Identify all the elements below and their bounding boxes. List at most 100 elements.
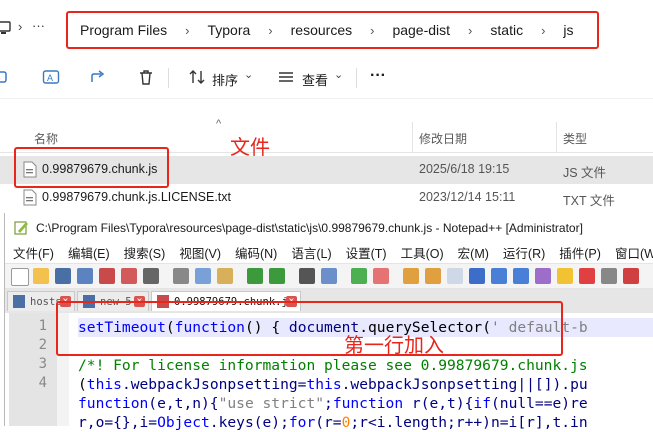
menu-edit[interactable]: 编辑(E) (68, 243, 110, 262)
line-number: 2 (38, 337, 47, 353)
notepad-title: C:\Program Files\Typora\resources\page-d… (36, 221, 583, 235)
sort-icon[interactable] (188, 68, 206, 86)
indent-guide-icon[interactable] (491, 268, 507, 284)
explorer-toolbar: A 排序 ⌄ 查看 ⌄ ··· 位置 (0, 58, 653, 154)
svg-text:A: A (47, 73, 53, 83)
sort-up-icon: ^ (216, 118, 222, 130)
zoom-in-icon[interactable] (351, 268, 367, 284)
annotation-first-line: 第一行加入 (344, 333, 444, 357)
more-options-button[interactable]: ··· (370, 67, 386, 85)
all-characters-icon[interactable] (469, 268, 485, 284)
find-icon[interactable] (299, 268, 315, 284)
chevron-down-icon[interactable]: ⌄ (334, 68, 343, 81)
column-name-header[interactable]: 名称 (34, 130, 58, 147)
code-token: (null==e)re (491, 395, 588, 412)
column-divider[interactable] (412, 122, 413, 152)
file-row[interactable]: 0.99879679.chunk.js.LICENSE.txt 2023/12/… (0, 184, 653, 212)
user-language-icon[interactable] (513, 268, 529, 284)
menu-run[interactable]: 运行(R) (503, 243, 545, 262)
new-file-icon[interactable] (11, 268, 29, 286)
menu-search[interactable]: 搜索(S) (124, 243, 166, 262)
sync-horizontal-icon[interactable] (425, 268, 441, 284)
zoom-out-icon[interactable] (373, 268, 389, 284)
undo-icon[interactable] (247, 268, 263, 284)
view-icon[interactable] (277, 68, 295, 86)
replace-icon[interactable] (321, 268, 337, 284)
share-icon[interactable] (89, 68, 107, 86)
this-pc-icon[interactable] (0, 20, 12, 36)
line-number: 4 (38, 375, 47, 391)
play-macro-icon[interactable] (623, 268, 639, 284)
view-button[interactable]: 查看 (302, 70, 328, 89)
code-token: "use strict" (218, 395, 325, 412)
word-wrap-icon[interactable] (447, 268, 463, 284)
file-date: 2025/6/18 19:15 (419, 162, 510, 176)
code-token: ;r<i.length;r++)n=i[r],t.in (350, 414, 588, 431)
menu-file[interactable]: 文件(F) (13, 243, 54, 262)
record-macro-icon[interactable] (579, 268, 595, 284)
code-token: ( (78, 376, 87, 393)
doc-map-icon[interactable] (535, 268, 551, 284)
menu-encoding[interactable]: 编码(N) (235, 243, 277, 262)
save-icon[interactable] (55, 268, 71, 284)
file-icon (13, 295, 25, 308)
code-token: (r= (315, 414, 342, 431)
sort-button[interactable]: 排序 (212, 70, 238, 89)
notepad-title-bar[interactable]: C:\Program Files\Typora\resources\page-d… (5, 213, 653, 241)
code-token: if (473, 395, 491, 412)
code-token: r,o={},i= (78, 414, 158, 431)
open-file-icon[interactable] (33, 268, 49, 284)
column-type-header[interactable]: 类型 (563, 130, 587, 147)
code-line-4-wrap-b: r,o={},i=Object.keys(e);for(r=0;r<i.leng… (78, 413, 653, 432)
overflow-icon[interactable]: ··· (32, 18, 45, 33)
code-line-4-wrap-a: function(e,t,n){"use strict";function r(… (78, 394, 653, 413)
code-token: (e,t,n){ (148, 395, 219, 412)
menu-macro[interactable]: 宏(M) (458, 243, 489, 262)
menu-settings[interactable]: 设置(T) (346, 243, 387, 262)
save-all-icon[interactable] (77, 268, 93, 284)
close-file-icon[interactable] (99, 268, 115, 284)
delete-icon[interactable] (137, 68, 155, 86)
code-token: .webpackJsonpsetting= (121, 376, 307, 393)
notepad-menu-bar: 文件(F) 编辑(E) 搜索(S) 视图(V) 编码(N) 语言(L) 设置(T… (5, 241, 653, 263)
file-type: JS 文件 (563, 166, 607, 180)
copy-icon[interactable] (195, 268, 211, 284)
sync-vertical-icon[interactable] (403, 268, 419, 284)
code-token: .webpackJsonpsetting||[]).pu (341, 376, 588, 393)
code-token: function (78, 395, 149, 412)
code-token: function (332, 395, 404, 412)
column-date-header[interactable]: 修改日期 (419, 130, 467, 147)
code-line-4: (this.webpackJsonpsetting=this.webpackJs… (78, 375, 653, 394)
paste-icon[interactable] (217, 268, 233, 284)
rename-icon[interactable]: A (42, 68, 60, 86)
line-number: 1 (38, 318, 47, 334)
menu-language[interactable]: 语言(L) (291, 243, 331, 262)
toolbar-divider (168, 68, 169, 88)
notepad-app-icon (14, 221, 28, 235)
stop-macro-icon[interactable] (601, 268, 617, 284)
column-divider[interactable] (556, 122, 557, 152)
code-token: this (306, 376, 342, 393)
close-all-icon[interactable] (121, 268, 137, 284)
new-icon[interactable] (0, 68, 12, 86)
menu-tools[interactable]: 工具(O) (401, 243, 444, 262)
address-bar-row: › ··· Program Files › Typora › resources… (0, 0, 653, 58)
redo-icon[interactable] (269, 268, 285, 284)
menu-view[interactable]: 视图(V) (179, 243, 221, 262)
chevron-right-icon: › (18, 19, 23, 34)
file-name: 0.99879679.chunk.js.LICENSE.txt (42, 190, 232, 204)
function-list-icon[interactable] (557, 268, 573, 284)
code-token: for (288, 414, 316, 431)
notepad-toolbar (5, 263, 653, 289)
print-icon[interactable] (143, 268, 159, 284)
first-line-highlight-box (56, 301, 563, 356)
chevron-down-icon[interactable]: ⌄ (244, 68, 253, 81)
code-token: ; (324, 395, 333, 412)
cut-icon[interactable] (173, 268, 189, 284)
code-token: Object (157, 414, 210, 431)
code-token: this (86, 376, 122, 393)
menu-window[interactable]: 窗口(W) (615, 243, 653, 262)
menu-plugins[interactable]: 插件(P) (559, 243, 601, 262)
text-file-icon (23, 189, 37, 206)
code-token: r(e,t){ (403, 395, 474, 412)
